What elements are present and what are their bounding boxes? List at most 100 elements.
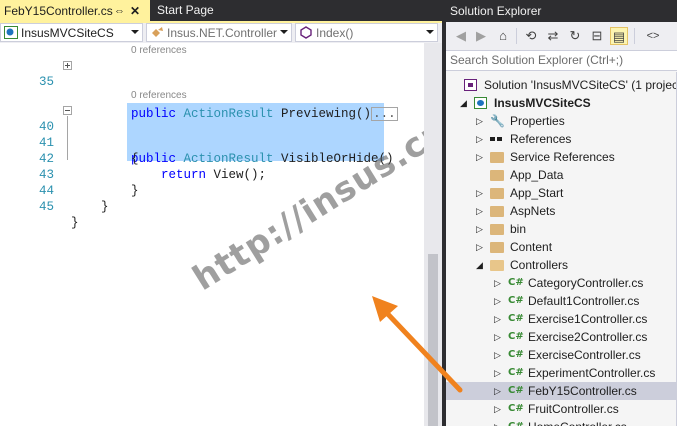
solution-tree: Solution 'InsusMVCSiteCS' (1 project) ◢ In… [446,72,677,426]
expand-arrow-icon[interactable]: ▷ [476,148,486,166]
tree-item[interactable]: ▷ C# Default1Controller.cs [446,292,677,310]
csharp-file-icon: C# [508,385,524,396]
tree-item-label: bin [510,222,527,236]
expand-arrow-icon[interactable]: ▷ [494,346,504,364]
tree-item[interactable]: ▷ References [446,130,677,148]
chevron-down-icon [426,30,434,34]
refresh-icon[interactable]: ↻ [566,27,584,45]
expand-arrow-icon[interactable]: ▷ [494,364,504,382]
tree-item[interactable]: ◢ InsusMVCSiteCS [446,94,677,112]
forward-icon[interactable]: ▶ [472,27,490,45]
sync-icon[interactable]: ⇄ [544,27,562,45]
tree-item[interactable]: ▷ C# FebY15Controller.cs [446,382,677,400]
csharp-file-icon: C# [508,420,524,426]
tree-item-label: Exercise1Controller.cs [528,312,648,326]
document-tab-strip: FebY15Controller.cs ⇔ ✕ Start Page [0,0,442,21]
class-icon [152,27,163,37]
tree-item[interactable]: ▷ C# Exercise1Controller.cs [446,310,677,328]
pin-icon[interactable]: ⇔ [114,1,125,22]
references-icon [490,137,502,141]
tree-item-label: FruitController.cs [528,402,619,416]
expand-arrow-icon[interactable]: ▷ [476,238,486,256]
chevron-down-icon [131,30,139,34]
expand-arrow-icon[interactable]: ▷ [494,274,504,292]
tree-item[interactable]: ▷ C# ExerciseController.cs [446,346,677,364]
tree-item[interactable]: ▷ C# ExperimentController.cs [446,364,677,382]
solution-explorer-title: Solution Explorer [446,0,677,22]
tree-item-label: References [510,132,572,146]
class-dropdown[interactable]: Insus.NET.Controller [146,23,292,42]
expand-arrow-icon[interactable]: ▷ [494,418,504,426]
tree-item[interactable]: ▷ bin [446,220,677,238]
toolbar-separator [516,28,517,44]
tree-item-label: Exercise2Controller.cs [528,330,648,344]
codelens-references[interactable]: 0 references [131,45,187,56]
tab-start-page[interactable]: Start Page [153,0,293,21]
solution-explorer-toolbar: ◀ ▶ ⌂ ⟲ ⇄ ↻ ⊟ ▤ <> [446,22,677,50]
view-code-icon[interactable]: <> [644,27,662,45]
member-dropdown[interactable]: Index() [295,23,438,42]
show-all-files-icon[interactable]: ▤ [610,27,628,45]
csharp-file-icon: C# [508,331,524,342]
expand-arrow-icon[interactable]: ▷ [494,400,504,418]
tree-item-label: Content [510,240,553,254]
expand-arrow-icon[interactable]: ▷ [494,292,504,310]
tree-item-label: Service References [510,150,615,164]
csharp-file-icon: C# [508,277,524,288]
tree-item-label: ExperimentController.cs [528,366,656,380]
home-icon[interactable]: ⌂ [494,27,512,45]
project-dropdown[interactable]: InsusMVCSiteCS [0,23,143,42]
tree-item[interactable]: ▷ 🔧 Properties [446,112,677,130]
tree-item[interactable]: Solution 'InsusMVCSiteCS' (1 project) [446,76,677,94]
expand-arrow-icon[interactable]: ▷ [476,130,486,148]
tree-item[interactable]: ▷ C# Exercise2Controller.cs [446,328,677,346]
tree-item-label: App_Start [510,186,564,200]
chevron-down-icon [280,30,288,34]
collapse-arrow-icon[interactable]: ◢ [460,94,470,112]
expand-arrow-icon[interactable]: ▷ [476,184,486,202]
codelens-references[interactable]: 0 references [131,90,187,101]
csharp-file-icon: C# [508,313,524,324]
folder-icon [490,206,504,217]
collapse-all-icon[interactable]: ⊟ [588,27,606,45]
expand-arrow-icon[interactable]: ▷ [494,328,504,346]
code-line: 41 { [0,119,424,166]
code-line: 40 public ActionResult VisibleOrHide() [0,103,424,166]
tree-item-label: ExerciseController.cs [528,348,641,362]
wrench-icon: 🔧 [490,114,505,128]
tab-febY15controller[interactable]: FebY15Controller.cs ⇔ ✕ [0,0,150,21]
tree-item[interactable]: ▷ C# CategoryController.cs [446,274,677,292]
back-icon[interactable]: ◀ [452,27,470,45]
code-text: } [71,216,79,230]
tree-item[interactable]: ▷ C# HomeController.cs [446,418,677,426]
tree-item[interactable]: ▷ Service References [446,148,677,166]
tree-item-label: Controllers [510,258,569,272]
code-line: 42 return View(); [0,135,424,182]
expand-arrow-icon[interactable]: ▷ [476,220,486,238]
project-icon [4,26,18,39]
csharp-file-icon: C# [508,295,524,306]
tree-item[interactable]: ▷ Content [446,238,677,256]
solution-explorer-pane: Solution Explorer ◀ ▶ ⌂ ⟲ ⇄ ↻ ⊟ ▤ <> Sea… [446,0,677,426]
project-icon [474,97,487,109]
expand-arrow-icon[interactable]: ▷ [476,202,486,220]
tree-item-label: FebY15Controller.cs [528,384,637,398]
tree-item[interactable]: App_Data [446,166,677,184]
expand-arrow-icon[interactable]: ▷ [494,382,504,400]
member-dropdown-value: Index() [316,26,354,40]
tab-label: FebY15Controller.cs [4,4,113,18]
pending-changes-icon[interactable]: ⟲ [522,27,540,45]
folder-icon [490,152,504,163]
expand-arrow-icon[interactable]: ▷ [476,112,486,130]
tree-item-label: Solution 'InsusMVCSiteCS' (1 project) [484,78,677,92]
solution-explorer-search-input[interactable]: Search Solution Explorer (Ctrl+;) [446,50,677,71]
tree-item[interactable]: ▷ AspNets [446,202,677,220]
tree-item[interactable]: ▷ C# FruitController.cs [446,400,677,418]
code-text: } [71,200,109,214]
close-icon[interactable]: ✕ [130,1,140,22]
tree-item[interactable]: ◢ Controllers [446,256,677,274]
tree-item[interactable]: ▷ App_Start [446,184,677,202]
expand-arrow-icon[interactable]: ▷ [494,310,504,328]
expand-arrow-icon [450,76,460,94]
collapse-arrow-icon[interactable]: ◢ [476,256,486,274]
